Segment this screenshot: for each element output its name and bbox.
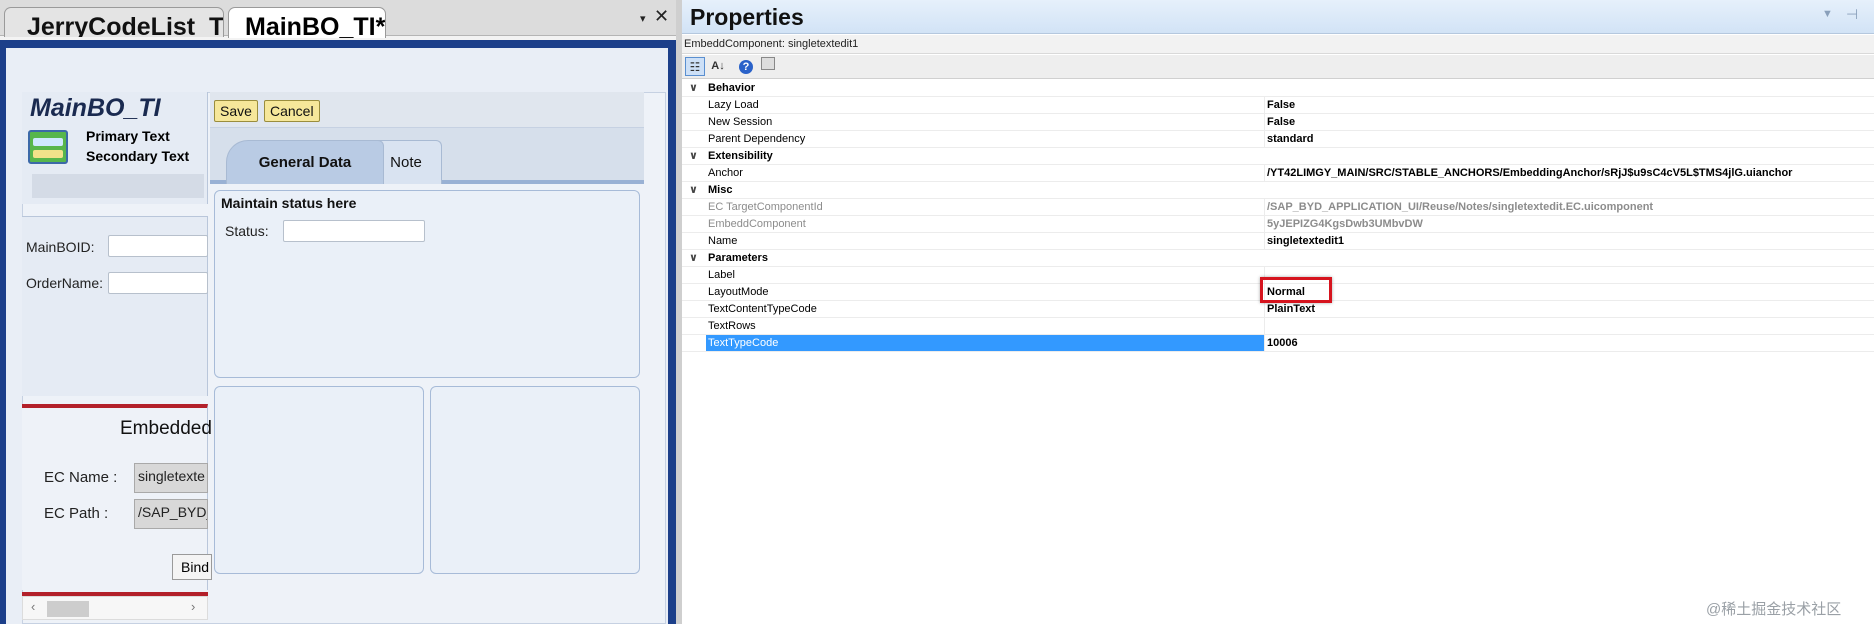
save-button[interactable]: Save — [214, 100, 258, 122]
property-row-text-rows[interactable]: TextRows — [682, 318, 1874, 335]
mainboid-label: MainBOID: — [26, 239, 95, 255]
scrollbar-thumb[interactable] — [47, 601, 89, 617]
collapse-chevron-icon[interactable]: ∨ — [689, 183, 698, 196]
category-label: Behavior — [708, 82, 756, 94]
form-header[interactable]: MainBO_TI Primary Text Secondary Text — [22, 92, 208, 204]
chevron-down-icon[interactable]: ▼ — [1822, 8, 1833, 20]
category-parameters[interactable]: ∨ Parameters — [682, 250, 1874, 267]
property-pages-icon[interactable] — [758, 57, 778, 76]
form-toolbar: Save Cancel — [210, 92, 644, 128]
property-value: /SAP_BYD_APPLICATION_UI/Reuse/Notes/sing… — [1267, 201, 1654, 213]
property-value: 5yJEPIZG4KgsDwb3UMbvDW — [1267, 218, 1423, 230]
close-tab-icon[interactable]: ✕ — [654, 6, 669, 27]
mainboid-input[interactable] — [108, 235, 208, 257]
embedded-section-title: Embedded — [120, 418, 212, 439]
property-name: LayoutMode — [708, 286, 769, 298]
horizontal-scrollbar[interactable]: ‹ › — [22, 596, 208, 620]
ec-path-field[interactable]: /SAP_BYD_ — [134, 499, 208, 529]
properties-toolbar: ☷ A↓ ? — [682, 55, 1874, 79]
collapse-chevron-icon[interactable]: ∨ — [689, 149, 698, 162]
property-row-ec-target-component-id[interactable]: EC TargetComponentId /SAP_BYD_APPLICATIO… — [682, 199, 1874, 216]
ordername-label: OrderName: — [26, 275, 104, 291]
property-value[interactable]: Normal — [1267, 286, 1867, 298]
tab-list-dropdown-icon[interactable]: ▾ — [640, 12, 646, 25]
properties-titlebar: Properties ▼ ⊣ — [682, 0, 1874, 34]
property-row-lazy-load[interactable]: Lazy Load False — [682, 97, 1874, 114]
pin-icon[interactable]: ⊣ — [1846, 6, 1858, 23]
page-title: MainBO_TI — [30, 94, 161, 122]
header-image-icon — [28, 130, 68, 164]
category-label: Parameters — [708, 252, 768, 264]
category-behavior[interactable]: ∨ Behavior — [682, 80, 1874, 97]
highlight-annotation-box — [1260, 277, 1332, 303]
properties-title: Properties — [690, 4, 804, 30]
primary-text: Primary Text — [86, 128, 170, 144]
watermark: @稀土掘金技术社区 — [1706, 601, 1842, 618]
category-misc[interactable]: ∨ Misc — [682, 182, 1874, 199]
embedded-component-section[interactable]: Embedded EC Name : singletexte EC Path :… — [22, 404, 212, 596]
fields-section: MainBOID: OrderName: — [22, 216, 208, 396]
header-bar — [32, 174, 204, 198]
property-value[interactable]: singletextedit1 — [1267, 235, 1867, 247]
property-row-anchor[interactable]: Anchor /YT42LIMGY_MAIN/SRC/STABLE_ANCHOR… — [682, 165, 1874, 182]
property-name: Anchor — [708, 167, 743, 179]
property-row-text-type-code[interactable]: TextTypeCode 10006 — [682, 335, 1874, 352]
empty-panel-left[interactable] — [214, 386, 424, 574]
property-value[interactable]: /YT42LIMGY_MAIN/SRC/STABLE_ANCHORS/Embed… — [1267, 167, 1867, 179]
ec-name-label: EC Name : — [44, 469, 118, 486]
ec-name-field[interactable]: singletexte — [134, 463, 208, 493]
property-name: Name — [708, 235, 738, 247]
property-name: EC TargetComponentId — [708, 201, 823, 213]
ordername-input[interactable] — [108, 272, 208, 294]
property-row-parent-dependency[interactable]: Parent Dependency standard — [682, 131, 1874, 148]
secondary-text: Secondary Text — [86, 148, 190, 164]
property-value-input[interactable]: 10006 — [1267, 337, 1867, 349]
property-row-embedd-component[interactable]: EmbeddComponent 5yJEPIZG4KgsDwb3UMbvDW — [682, 216, 1874, 233]
ec-path-label: EC Path : — [44, 505, 109, 522]
empty-panel-right[interactable] — [430, 386, 640, 574]
property-row-text-content-type-code[interactable]: TextContentTypeCode PlainText — [682, 301, 1874, 318]
category-extensibility[interactable]: ∨ Extensibility — [682, 148, 1874, 165]
scroll-left-icon[interactable]: ‹ — [31, 599, 35, 614]
alphabetical-sort-icon[interactable]: A↓ — [708, 57, 728, 76]
form-tab-strip: Note General Data — [210, 128, 644, 184]
status-label: Status: — [225, 223, 269, 239]
property-name: TextTypeCode — [706, 335, 1264, 351]
designer-pane: JerryCodeList_TI MainBO_TI* ▾ ✕ MainBO_T… — [0, 0, 676, 624]
property-name: Lazy Load — [708, 99, 759, 111]
property-value[interactable]: False — [1267, 116, 1867, 128]
property-value[interactable]: standard — [1267, 133, 1867, 145]
property-name: EmbeddComponent — [708, 218, 806, 230]
property-grid: ∨ Behavior Lazy Load False New Session F… — [682, 80, 1874, 352]
status-input[interactable] — [283, 220, 425, 242]
property-name: Label — [708, 269, 735, 281]
property-name: TextRows — [708, 320, 756, 332]
properties-pane: Properties ▼ ⊣ EmbeddComponent: singlete… — [682, 0, 1874, 624]
cancel-button[interactable]: Cancel — [264, 100, 320, 122]
selected-object-label: EmbeddComponent: singletextedit1 — [682, 35, 1874, 54]
property-row-new-session[interactable]: New Session False — [682, 114, 1874, 131]
categorized-icon[interactable]: ☷ — [685, 57, 705, 76]
status-section[interactable]: Maintain status here Status: — [214, 190, 640, 378]
property-name: Parent Dependency — [708, 133, 806, 145]
property-name: TextContentTypeCode — [708, 303, 817, 315]
property-value[interactable]: False — [1267, 99, 1867, 111]
property-name: New Session — [708, 116, 773, 128]
doc-tab-jerrycodelist[interactable]: JerryCodeList_TI — [4, 7, 224, 37]
property-value[interactable]: PlainText — [1267, 303, 1867, 315]
document-tab-strip: JerryCodeList_TI MainBO_TI* ▾ ✕ — [0, 0, 676, 38]
bind-button[interactable]: Bind — [172, 554, 212, 580]
property-row-name[interactable]: Name singletextedit1 — [682, 233, 1874, 250]
status-section-title: Maintain status here — [221, 195, 357, 211]
category-label: Misc — [708, 184, 733, 196]
doc-tab-mainbo[interactable]: MainBO_TI* — [228, 7, 386, 38]
scroll-right-icon[interactable]: › — [191, 599, 195, 614]
category-label: Extensibility — [708, 150, 773, 162]
help-icon[interactable]: ? — [736, 57, 756, 76]
collapse-chevron-icon[interactable]: ∨ — [689, 81, 698, 94]
collapse-chevron-icon[interactable]: ∨ — [689, 251, 698, 264]
tab-general-data[interactable]: General Data — [226, 140, 384, 184]
